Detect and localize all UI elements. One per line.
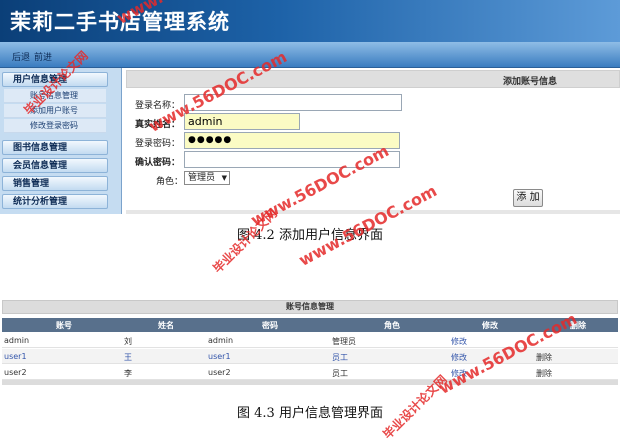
- role-label: 角色：: [156, 177, 184, 187]
- back-link[interactable]: 后退: [12, 50, 30, 63]
- confirm-password-label: 确认密码：: [135, 158, 181, 168]
- cell-password: user2: [208, 368, 231, 377]
- column-header-password: 密码: [262, 321, 278, 330]
- sidebar: 用户信息管理 账号信息管理 添加用户账号 修改登录密码 图书信息管理 会员信息管…: [0, 68, 122, 214]
- cell-account: admin: [4, 336, 30, 345]
- table-footer-strip: [2, 380, 618, 385]
- column-header-name: 姓名: [158, 321, 174, 330]
- role-select[interactable]: 管理员 ▼: [184, 171, 230, 185]
- table-title: 账号信息管理: [2, 300, 618, 314]
- sidebar-group-sales[interactable]: 销售管理: [2, 176, 108, 191]
- form-header-strip: 添加账号信息: [126, 70, 620, 88]
- edit-link[interactable]: 修改: [451, 352, 467, 363]
- role-select-value: 管理员: [188, 173, 216, 183]
- delete-link[interactable]: 删除: [536, 352, 552, 363]
- table-row: user2 李 user2 员工 修改 删除: [2, 365, 618, 380]
- forward-link[interactable]: 前进: [34, 50, 52, 63]
- nav-bar: 后退 前进: [0, 42, 620, 68]
- cell-role: 管理员: [332, 337, 356, 346]
- delete-link[interactable]: 删除: [536, 368, 552, 379]
- column-header-edit: 修改: [482, 321, 498, 330]
- cell-role: 员工: [332, 353, 348, 362]
- cell-role: 员工: [332, 369, 348, 378]
- sidebar-group-books[interactable]: 图书信息管理: [2, 140, 108, 155]
- chevron-down-icon: ▼: [221, 174, 227, 182]
- sidebar-group-statistics[interactable]: 统计分析管理: [2, 194, 108, 209]
- password-label: 登录密码：: [135, 139, 181, 149]
- app-header: 茉莉二手书店管理系统: [0, 0, 620, 42]
- cell-password: admin: [208, 336, 234, 345]
- real-name-input[interactable]: admin: [184, 113, 300, 130]
- add-button[interactable]: 添 加: [513, 189, 543, 207]
- figure-caption-4-2: 图 4.2 添加用户信息界面: [237, 228, 383, 243]
- edit-link[interactable]: 修改: [451, 336, 467, 347]
- column-header-role: 角色: [384, 321, 400, 330]
- column-header-account: 账号: [56, 321, 72, 330]
- cell-account: user1: [4, 352, 27, 361]
- cell-account: user2: [4, 368, 27, 377]
- cell-name: 刘: [124, 337, 132, 346]
- figure-caption-4-3: 图 4.3 用户信息管理界面: [237, 406, 383, 421]
- cell-name: 王: [124, 353, 132, 362]
- sidebar-group-members[interactable]: 会员信息管理: [2, 158, 108, 173]
- cell-password: user1: [208, 352, 231, 361]
- cell-name: 李: [124, 369, 132, 378]
- table-header: 账号 姓名 密码 角色 修改 删除: [2, 318, 618, 332]
- form-title: 添加账号信息: [502, 77, 557, 87]
- sidebar-item-change-password[interactable]: 修改登录密码: [4, 119, 106, 133]
- password-input[interactable]: ●●●●●: [184, 132, 400, 149]
